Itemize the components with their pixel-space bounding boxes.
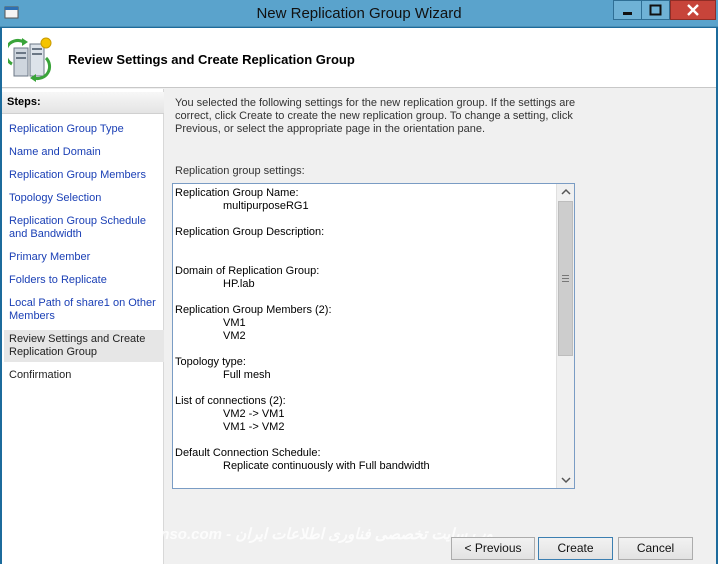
close-icon: [687, 4, 699, 16]
replication-server-icon: [3, 34, 56, 82]
close-button[interactable]: [670, 0, 716, 20]
maximize-button[interactable]: [641, 0, 670, 20]
setting-group-name: Replication Group Name: multipurposeRG1: [175, 187, 553, 213]
setting-value: HP.lab: [223, 278, 255, 290]
setting-label: Replication Group Members (2):: [175, 304, 332, 316]
chevron-down-icon: [561, 477, 571, 484]
setting-label: Default Connection Schedule:: [175, 447, 321, 459]
step-review-settings: Review Settings and Create Replication G…: [4, 330, 164, 362]
step-topology-selection[interactable]: Topology Selection: [9, 192, 159, 205]
window-title: New Replication Group Wizard: [256, 5, 462, 22]
grip-icon: [562, 275, 569, 284]
cancel-button[interactable]: Cancel: [618, 537, 693, 560]
setting-label: Replication Group Name:: [175, 187, 299, 199]
setting-value: VM1 -> VM2: [223, 421, 285, 433]
intro-text: You selected the following settings for …: [175, 97, 576, 135]
watermark-left: TOSINSO.COM: [20, 537, 118, 552]
create-button[interactable]: Create: [538, 537, 613, 560]
setting-group-description: Replication Group Description:: [175, 226, 553, 252]
settings-content: Replication Group Name: multipurposeRG1 …: [175, 187, 553, 486]
minimize-icon: [623, 12, 632, 15]
wizard-window: Review Settings and Create Replication G…: [2, 28, 716, 564]
scroll-up-button[interactable]: [557, 184, 574, 201]
setting-value: [175, 239, 553, 252]
setting-members: Replication Group Members (2): VM1 VM2: [175, 304, 553, 343]
setting-value: VM2 -> VM1: [223, 408, 285, 420]
setting-value: multipurposeRG1: [223, 200, 309, 212]
setting-label: List of connections (2):: [175, 395, 286, 407]
page-title: Review Settings and Create Replication G…: [68, 52, 355, 67]
maximize-icon: [649, 4, 662, 16]
step-name-and-domain[interactable]: Name and Domain: [9, 146, 159, 159]
previous-button[interactable]: < Previous: [451, 537, 535, 560]
setting-schedule: Default Connection Schedule: Replicate c…: [175, 447, 553, 473]
minimize-button[interactable]: [613, 0, 642, 20]
vertical-scrollbar[interactable]: [556, 184, 574, 488]
steps-pane: Steps: Replication Group Type Name and D…: [2, 89, 164, 564]
setting-connections: List of connections (2): VM2 -> VM1 VM1 …: [175, 395, 553, 434]
steps-heading: Steps:: [2, 92, 164, 114]
settings-label: Replication group settings:: [175, 165, 305, 177]
wizard-header: Review Settings and Create Replication G…: [2, 28, 716, 88]
watermark-center: Tosinso.com - وب سایت تخصصی فناوری اطلاع…: [130, 526, 493, 543]
step-replication-group-members[interactable]: Replication Group Members: [9, 169, 159, 182]
step-local-path[interactable]: Local Path of share1 on Other Members: [9, 297, 159, 323]
scroll-down-button[interactable]: [557, 471, 574, 488]
step-folders-to-replicate[interactable]: Folders to Replicate: [9, 274, 159, 287]
setting-value: VM2: [223, 330, 246, 342]
setting-value: Replicate continuously with Full bandwid…: [223, 460, 430, 472]
setting-topology: Topology type: Full mesh: [175, 356, 553, 382]
setting-value: VM1: [223, 317, 246, 329]
setting-label: Replication Group Description:: [175, 226, 325, 238]
setting-label: Domain of Replication Group:: [175, 265, 320, 277]
scroll-thumb[interactable]: [558, 201, 573, 356]
setting-domain: Domain of Replication Group: HP.lab: [175, 265, 553, 291]
step-primary-member[interactable]: Primary Member: [9, 251, 159, 264]
step-replication-group-type[interactable]: Replication Group Type: [9, 123, 159, 136]
title-bar: New Replication Group Wizard: [0, 0, 718, 27]
step-confirmation: Confirmation: [9, 369, 72, 381]
setting-label: Topology type:: [175, 356, 246, 368]
step-schedule-and-bandwidth[interactable]: Replication Group Schedule and Bandwidth: [9, 215, 159, 241]
settings-textbox[interactable]: Replication Group Name: multipurposeRG1 …: [172, 183, 575, 489]
setting-value: Full mesh: [223, 369, 271, 381]
chevron-up-icon: [561, 188, 571, 195]
